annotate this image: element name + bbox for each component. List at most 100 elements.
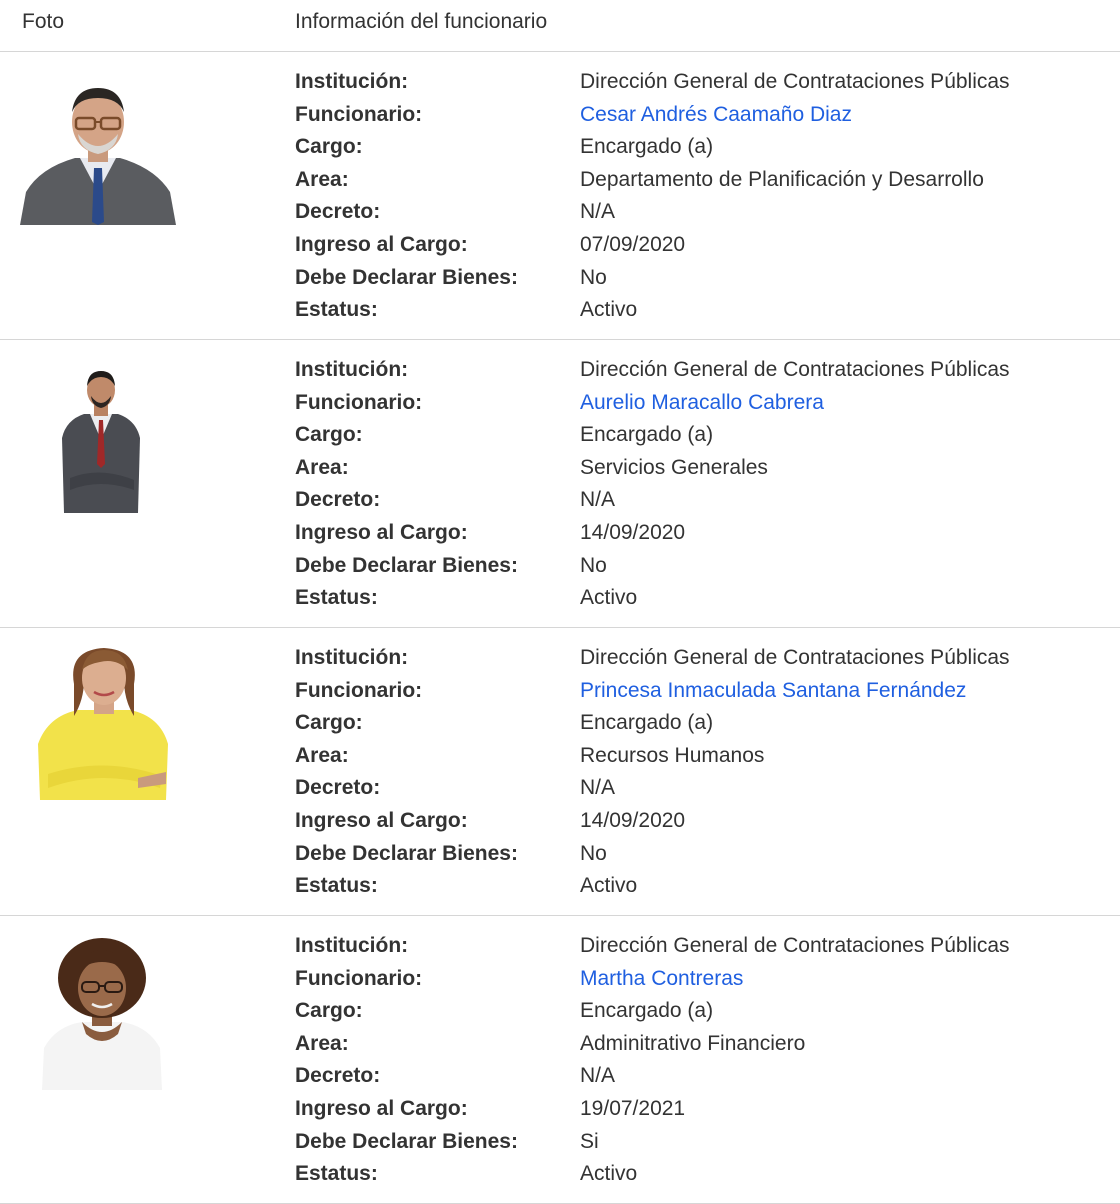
- value-estatus: Activo: [580, 1162, 638, 1186]
- value-estatus: Activo: [580, 874, 638, 898]
- value-institucion: Dirección General de Contrataciones Públ…: [580, 70, 1010, 93]
- value-institucion: Dirección General de Contrataciones Públ…: [580, 934, 1010, 957]
- value-cargo: Encargado (a): [580, 999, 714, 1023]
- field-funcionario: Funcionario: Princesa Inmaculada Santana …: [295, 678, 1095, 711]
- field-cargo: Cargo: Encargado (a): [295, 134, 1095, 167]
- field-decreto: Decreto: N/A: [295, 775, 1095, 808]
- field-institucion: Institución: Dirección General de Contrat…: [295, 645, 1095, 678]
- label-declarar: Debe Declarar Bienes:: [295, 841, 518, 865]
- value-decreto: N/A: [580, 200, 616, 224]
- label-decreto: Decreto:: [295, 1064, 381, 1088]
- value-declarar: No: [580, 265, 607, 289]
- label-declarar: Debe Declarar Bienes:: [295, 265, 518, 289]
- label-area: Area:: [295, 1031, 349, 1055]
- field-decreto: Decreto: N/A: [295, 487, 1095, 520]
- table-row: Institución: Dirección General de Contrat…: [0, 52, 1120, 340]
- label-estatus: Estatus:: [295, 1162, 378, 1186]
- value-cargo: Encargado (a): [580, 711, 714, 735]
- label-ingreso: Ingreso al Cargo:: [295, 808, 468, 832]
- value-ingreso: 19/07/2021: [580, 1096, 686, 1120]
- value-area: Departamento de Planificación y Desarrol…: [580, 167, 984, 191]
- label-declarar: Debe Declarar Bienes:: [295, 1129, 518, 1153]
- field-estatus: Estatus: Activo: [295, 1161, 1095, 1194]
- official-photo: [20, 82, 176, 225]
- value-decreto: N/A: [580, 776, 616, 800]
- value-ingreso: 14/09/2020: [580, 808, 686, 832]
- field-area: Area: Adminitrativo Financiero: [295, 1031, 1095, 1064]
- value-area: Recursos Humanos: [580, 743, 765, 767]
- value-declarar: No: [580, 553, 607, 577]
- official-photo: [40, 938, 164, 1090]
- official-info: Institución: Dirección General de Contrat…: [295, 357, 1095, 618]
- value-ingreso: 07/09/2020: [580, 232, 686, 256]
- label-ingreso: Ingreso al Cargo:: [295, 1096, 468, 1120]
- field-estatus: Estatus: Activo: [295, 585, 1095, 618]
- field-declarar: Debe Declarar Bienes: No: [295, 265, 1095, 298]
- value-area: Adminitrativo Financiero: [580, 1031, 806, 1055]
- label-funcionario: Funcionario:: [295, 390, 423, 414]
- label-estatus: Estatus:: [295, 586, 378, 610]
- label-decreto: Decreto:: [295, 776, 381, 800]
- label-cargo: Cargo:: [295, 711, 363, 735]
- value-cargo: Encargado (a): [580, 423, 714, 447]
- field-declarar: Debe Declarar Bienes: No: [295, 841, 1095, 874]
- official-photo: [38, 644, 170, 800]
- value-decreto: N/A: [580, 488, 616, 512]
- official-name-link[interactable]: Martha Contreras: [580, 966, 743, 992]
- field-cargo: Cargo: Encargado (a): [295, 998, 1095, 1031]
- official-name-link[interactable]: Aurelio Maracallo Cabrera: [580, 390, 824, 416]
- field-ingreso: Ingreso al Cargo: 14/09/2020: [295, 520, 1095, 553]
- value-area: Servicios Generales: [580, 455, 768, 479]
- table-row: Institución: Dirección General de Contrat…: [0, 340, 1120, 628]
- field-area: Area: Recursos Humanos: [295, 743, 1095, 776]
- field-declarar: Debe Declarar Bienes: No: [295, 553, 1095, 586]
- label-cargo: Cargo:: [295, 135, 363, 159]
- value-decreto: N/A: [580, 1064, 616, 1088]
- field-declarar: Debe Declarar Bienes: Si: [295, 1129, 1095, 1162]
- field-estatus: Estatus: Activo: [295, 873, 1095, 906]
- label-ingreso: Ingreso al Cargo:: [295, 232, 468, 256]
- value-declarar: No: [580, 841, 607, 865]
- official-name-link[interactable]: Princesa Inmaculada Santana Fernández: [580, 678, 966, 704]
- field-institucion: Institución: Dirección General de Contrat…: [295, 933, 1095, 966]
- label-institucion: Institución:: [295, 646, 409, 669]
- official-info: Institución: Dirección General de Contrat…: [295, 69, 1095, 330]
- label-institucion: Institución:: [295, 70, 409, 93]
- label-institucion: Institución:: [295, 358, 409, 381]
- label-ingreso: Ingreso al Cargo:: [295, 520, 468, 544]
- label-area: Area:: [295, 743, 349, 767]
- value-institucion: Dirección General de Contrataciones Públ…: [580, 646, 1010, 669]
- label-cargo: Cargo:: [295, 999, 363, 1023]
- label-estatus: Estatus:: [295, 298, 378, 322]
- field-institucion: Institución: Dirección General de Contrat…: [295, 69, 1095, 102]
- table-row: Institución: Dirección General de Contrat…: [0, 628, 1120, 916]
- label-decreto: Decreto:: [295, 200, 381, 224]
- field-decreto: Decreto: N/A: [295, 199, 1095, 232]
- value-estatus: Activo: [580, 298, 638, 322]
- value-cargo: Encargado (a): [580, 135, 714, 159]
- label-estatus: Estatus:: [295, 874, 378, 898]
- table-header: Foto Información del funcionario: [0, 0, 1120, 52]
- field-cargo: Cargo: Encargado (a): [295, 710, 1095, 743]
- label-funcionario: Funcionario:: [295, 102, 423, 126]
- label-declarar: Debe Declarar Bienes:: [295, 553, 518, 577]
- value-ingreso: 14/09/2020: [580, 520, 686, 544]
- label-funcionario: Funcionario:: [295, 678, 423, 702]
- label-area: Area:: [295, 167, 349, 191]
- field-area: Area: Departamento de Planificación y Des…: [295, 167, 1095, 200]
- label-area: Area:: [295, 455, 349, 479]
- label-institucion: Institución:: [295, 934, 409, 957]
- field-cargo: Cargo: Encargado (a): [295, 422, 1095, 455]
- field-ingreso: Ingreso al Cargo: 14/09/2020: [295, 808, 1095, 841]
- label-cargo: Cargo:: [295, 423, 363, 447]
- official-info: Institución: Dirección General de Contrat…: [295, 933, 1095, 1194]
- field-funcionario: Funcionario: Cesar Andrés Caamaño Diaz: [295, 102, 1095, 135]
- value-declarar: Si: [580, 1129, 599, 1153]
- field-ingreso: Ingreso al Cargo: 19/07/2021: [295, 1096, 1095, 1129]
- official-name-link[interactable]: Cesar Andrés Caamaño Diaz: [580, 102, 852, 128]
- value-institucion: Dirección General de Contrataciones Públ…: [580, 358, 1010, 381]
- field-funcionario: Funcionario: Martha Contreras: [295, 966, 1095, 999]
- official-info: Institución: Dirección General de Contrat…: [295, 645, 1095, 906]
- column-header-foto: Foto: [22, 10, 65, 33]
- field-estatus: Estatus: Activo: [295, 297, 1095, 330]
